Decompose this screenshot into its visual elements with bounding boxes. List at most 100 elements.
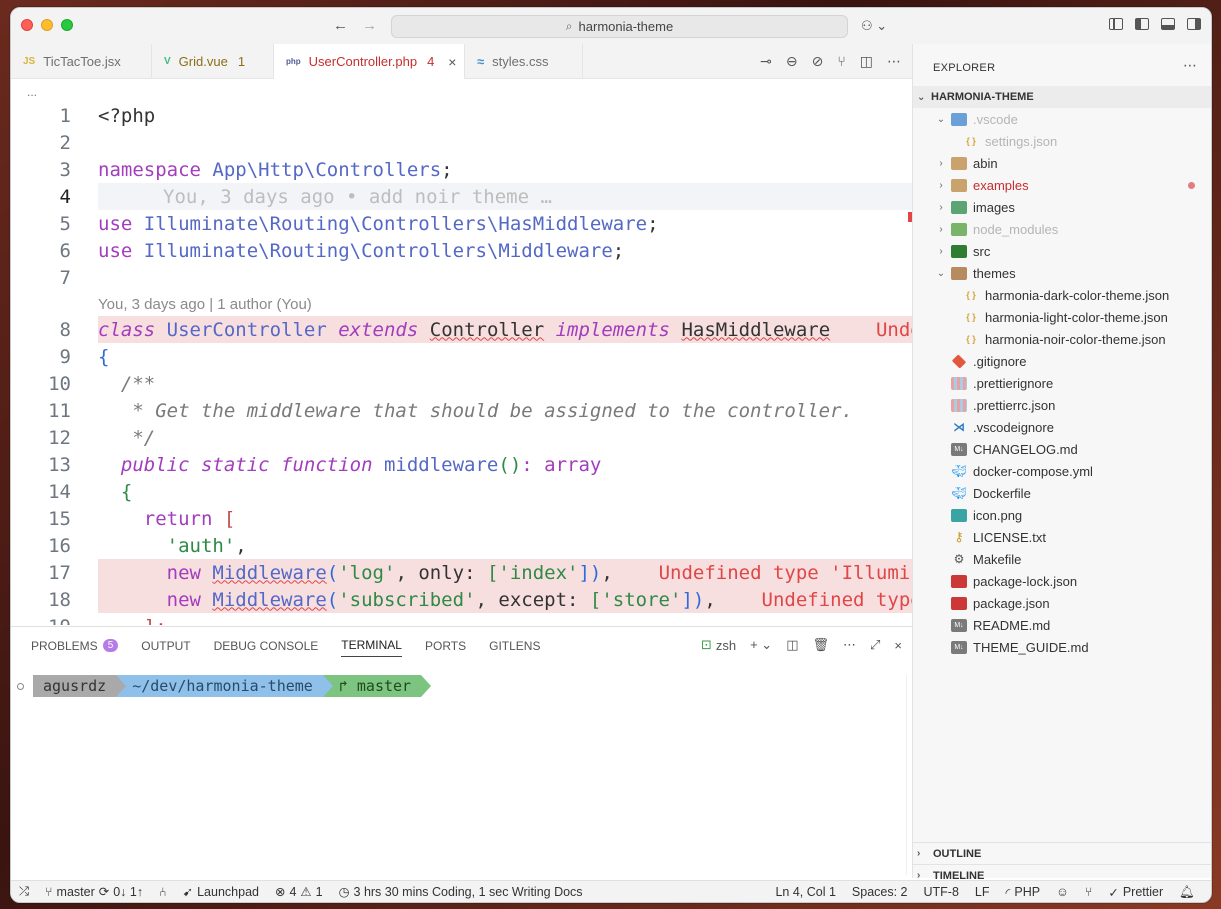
previous-change-icon[interactable]: ⊖ (786, 53, 798, 70)
customize-layout-icon[interactable] (1109, 18, 1123, 30)
tree-item[interactable]: ⚙ Makefile (913, 548, 1211, 570)
tab-tictactoe[interactable]: JS TicTacToe.jsx (11, 44, 152, 79)
tree-item[interactable]: › node_modules (913, 218, 1211, 240)
tree-item[interactable]: M↓ THEME_GUIDE.md (913, 636, 1211, 658)
line-number: 2 (59, 131, 71, 154)
tree-item[interactable]: package.json (913, 592, 1211, 614)
git-graph-icon[interactable]: ⑂ (837, 53, 845, 70)
code-line: 10 /** (11, 370, 912, 397)
launchpad-status[interactable]: ➹ Launchpad (175, 884, 267, 900)
more-actions-icon[interactable]: ⋯ (1183, 57, 1197, 74)
tree-item[interactable]: ⌄ themes (913, 262, 1211, 284)
tab-terminal[interactable]: TERMINAL (341, 638, 402, 657)
tree-item[interactable]: M↓ README.md (913, 614, 1211, 636)
codelens-blame[interactable]: You, 3 days ago | 1 author (You) (98, 296, 312, 313)
git-branch-status[interactable]: ⑂ master ⟳ 0↓ 1↑ (37, 884, 151, 900)
notifications[interactable]: 🔔︎ (1171, 885, 1203, 900)
forward-arrow-icon[interactable]: → (362, 17, 377, 34)
back-arrow-icon[interactable]: ← (333, 17, 348, 34)
tree-item[interactable]: { } harmonia-light-color-theme.json (913, 306, 1211, 328)
named-argument: , only: (395, 561, 487, 584)
tab-problems[interactable]: PROBLEMS 5 (31, 638, 119, 657)
maximize-panel-icon[interactable]: ⤢ (870, 637, 880, 653)
tree-item[interactable]: › abin (913, 152, 1211, 174)
tree-item-label: package-lock.json (973, 573, 1078, 589)
prompt-user: agusrdz (33, 675, 127, 697)
cursor-position[interactable]: Ln 4, Col 1 (767, 885, 843, 899)
minimize-window-button[interactable] (41, 19, 53, 31)
indentation[interactable]: Spaces: 2 (844, 885, 916, 899)
tab-styles-css[interactable]: ≈ styles.css (465, 44, 583, 79)
gitlens-compare-icon[interactable]: ⊸ (760, 53, 772, 70)
tree-item[interactable]: { } settings.json (913, 130, 1211, 152)
wakatime-status[interactable]: ◷ 3 hrs 30 mins Coding, 1 sec Writing Do… (331, 884, 591, 900)
next-change-icon[interactable]: ⊘ (812, 53, 824, 70)
code-line: 11 * Get the middleware that should be a… (11, 397, 912, 424)
function-name: middleware (372, 453, 499, 476)
toggle-primary-sidebar-icon[interactable] (1135, 18, 1149, 30)
more-actions-icon[interactable]: ⋯ (887, 53, 901, 70)
tree-item[interactable]: › examples (913, 174, 1211, 196)
tree-item[interactable]: › src (913, 240, 1211, 262)
tree-item[interactable]: M↓ CHANGELOG.md (913, 438, 1211, 460)
workspace-root[interactable]: ⌄ HARMONIA-THEME (913, 86, 1211, 108)
string: 'store' (601, 588, 682, 611)
tree-item[interactable]: package-lock.json (913, 570, 1211, 592)
tree-item[interactable]: .prettierrc.json (913, 394, 1211, 416)
copilot-status[interactable]: ☺ (1048, 885, 1077, 899)
tab-ports[interactable]: PORTS (425, 638, 466, 657)
git-graph-status[interactable]: ⑂ (1077, 885, 1101, 899)
tab-debug-console[interactable]: DEBUG CONSOLE (214, 638, 319, 657)
close-tab-icon[interactable]: × (448, 54, 456, 70)
new-terminal-icon[interactable]: + ⌄ (750, 637, 772, 653)
tab-user-controller[interactable]: php UserController.php 4 × (274, 44, 465, 79)
line-number: 4 (59, 185, 71, 208)
tree-item[interactable]: ⚷ LICENSE.txt (913, 526, 1211, 548)
tree-item[interactable]: ⌄ .vscode (913, 108, 1211, 130)
close-window-button[interactable] (21, 19, 33, 31)
command-center-search[interactable]: ⌕ harmonia-theme (391, 15, 848, 38)
terminal-shell-selector[interactable]: ⊡ zsh (701, 637, 736, 653)
tab-gitlens[interactable]: GITLENS (489, 638, 540, 657)
close-panel-icon[interactable]: × (894, 638, 902, 653)
language-mode[interactable]: ◜ PHP (998, 885, 1049, 900)
keyword: public static function (98, 453, 373, 476)
tree-item[interactable]: › images (913, 196, 1211, 218)
javascript-file-icon: JS (23, 56, 36, 67)
terminal-prompt[interactable]: agusrdz ~/dev/harmonia-theme ↱ master (17, 675, 432, 697)
zoom-window-button[interactable] (61, 19, 73, 31)
encoding[interactable]: UTF-8 (916, 885, 967, 899)
toggle-panel-icon[interactable] (1161, 18, 1175, 30)
breadcrumb[interactable]: ... (27, 85, 37, 99)
tree-item[interactable]: ⋊ .vscodeignore (913, 416, 1211, 438)
toggle-secondary-sidebar-icon[interactable] (1187, 18, 1201, 30)
end-of-line[interactable]: LF (967, 885, 998, 899)
tree-item[interactable]: .prettierignore (913, 372, 1211, 394)
tree-item[interactable]: .gitignore (913, 350, 1211, 372)
line-number: 3 (59, 158, 71, 181)
remote-indicator[interactable]: ⤮ (11, 884, 37, 899)
tab-output[interactable]: OUTPUT (141, 638, 190, 657)
prettier-status[interactable]: ✓ Prettier (1100, 885, 1171, 900)
more-actions-icon[interactable]: ⋯ (843, 637, 856, 653)
tree-item[interactable]: icon.png (913, 504, 1211, 526)
vscode-icon: ⋊ (953, 420, 965, 434)
punctuation: , (704, 588, 716, 611)
split-terminal-icon[interactable]: ◫ (786, 637, 798, 653)
modified-indicator (1188, 181, 1195, 189)
code-editor[interactable]: 1 <?php 2 3 namespace App\Http\Controlle… (11, 100, 912, 625)
kill-terminal-icon[interactable]: 🗑 (812, 637, 829, 653)
npm-icon (951, 596, 967, 610)
tree-item[interactable]: { } harmonia-noir-color-theme.json (913, 328, 1211, 350)
tab-grid-vue[interactable]: V Grid.vue 1 (152, 44, 274, 79)
tree-item[interactable]: 🐳︎ docker-compose.yml (913, 460, 1211, 482)
problems-status[interactable]: ⊗ 4 ⚠ 1 (267, 884, 331, 900)
panel-tabs: PROBLEMS 5 OUTPUT DEBUG CONSOLE TERMINAL… (31, 638, 540, 657)
tree-item[interactable]: { } harmonia-dark-color-theme.json (913, 284, 1211, 306)
tree-item[interactable]: 🐳︎ Dockerfile (913, 482, 1211, 504)
git-graph-status[interactable]: ⑃ (151, 885, 175, 899)
outline-section[interactable]: › OUTLINE (913, 842, 1211, 864)
split-editor-icon[interactable]: ◫ (860, 53, 873, 70)
copilot-menu-icon[interactable]: ⚇ ⌄ (861, 18, 887, 34)
punctuation: ]) (681, 588, 705, 611)
